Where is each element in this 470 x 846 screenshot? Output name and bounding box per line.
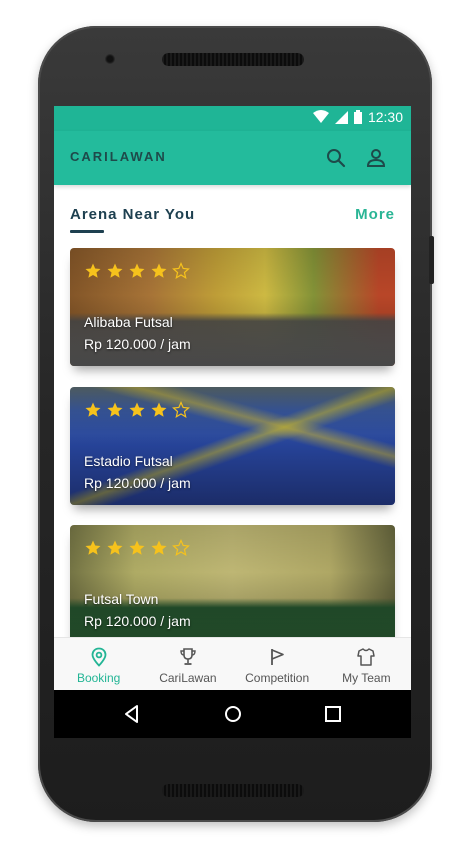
star-filled-icon <box>129 402 145 417</box>
app-bar: CARILAWAN <box>54 131 411 185</box>
star-empty-icon <box>172 262 190 279</box>
system-nav-bar <box>54 690 411 738</box>
star-filled-icon <box>151 402 167 417</box>
star-filled-icon <box>151 263 167 278</box>
star-filled-icon <box>85 263 101 278</box>
more-link[interactable]: More <box>355 206 395 223</box>
account-icon[interactable] <box>365 147 387 169</box>
jersey-icon <box>357 648 376 666</box>
flag-icon <box>271 649 284 665</box>
nav-label: My Team <box>342 671 391 685</box>
star-filled-icon <box>107 540 123 555</box>
arena-card[interactable]: Estadio Futsal Rp 120.000 / jam <box>70 387 395 505</box>
nav-item-competition[interactable]: Competition <box>233 638 322 691</box>
battery-icon <box>353 110 362 124</box>
earpiece-speaker <box>162 53 304 66</box>
arena-name: Estadio Futsal <box>84 453 173 469</box>
back-icon[interactable] <box>122 704 142 724</box>
recents-icon[interactable] <box>323 704 343 724</box>
arena-name: Alibaba Futsal <box>84 314 173 330</box>
section-title-underline <box>70 230 104 233</box>
bottom-nav: Booking CariLawan Competition My Team <box>54 637 411 691</box>
star-filled-icon <box>107 263 123 278</box>
front-camera <box>105 54 115 64</box>
arena-card[interactable]: Alibaba Futsal Rp 120.000 / jam <box>70 248 395 366</box>
nav-label: Booking <box>76 671 121 685</box>
arena-name: Futsal Town <box>84 591 159 607</box>
status-bar: 12:30 <box>54 106 411 131</box>
arena-price: Rp 120.000 / jam <box>84 336 191 352</box>
location-pin-icon <box>91 647 107 667</box>
star-empty-icon <box>172 539 190 556</box>
nav-label: Competition <box>245 671 310 685</box>
power-button <box>429 236 434 284</box>
arena-price: Rp 120.000 / jam <box>84 613 191 629</box>
star-filled-icon <box>129 263 145 278</box>
star-filled-icon <box>129 540 145 555</box>
rating-stars <box>84 401 190 419</box>
wifi-icon <box>312 110 329 123</box>
search-icon[interactable] <box>325 147 347 169</box>
signal-icon <box>334 110 348 124</box>
bottom-speaker <box>162 784 304 797</box>
app-title: CARILAWAN <box>70 149 167 164</box>
nav-item-my-team[interactable]: My Team <box>322 638 411 691</box>
star-filled-icon <box>107 402 123 417</box>
section-title: Arena Near You <box>70 206 196 223</box>
star-filled-icon <box>85 540 101 555</box>
trophy-icon <box>180 648 196 665</box>
star-filled-icon <box>151 540 167 555</box>
nav-item-carilawan[interactable]: CariLawan <box>143 638 232 691</box>
status-time: 12:30 <box>367 109 403 125</box>
rating-stars <box>84 262 190 280</box>
star-empty-icon <box>172 401 190 418</box>
star-filled-icon <box>85 402 101 417</box>
nav-label: CariLawan <box>159 671 217 685</box>
rating-stars <box>84 539 190 557</box>
app-screen: 12:30 CARILAWAN Arena Near You More Alib… <box>54 106 411 738</box>
arena-card[interactable]: Futsal Town Rp 120.000 / jam <box>70 525 395 643</box>
home-icon[interactable] <box>223 704 243 724</box>
arena-price: Rp 120.000 / jam <box>84 475 191 491</box>
nav-item-booking[interactable]: Booking <box>54 638 143 691</box>
section-header: Arena Near You More <box>70 206 395 236</box>
